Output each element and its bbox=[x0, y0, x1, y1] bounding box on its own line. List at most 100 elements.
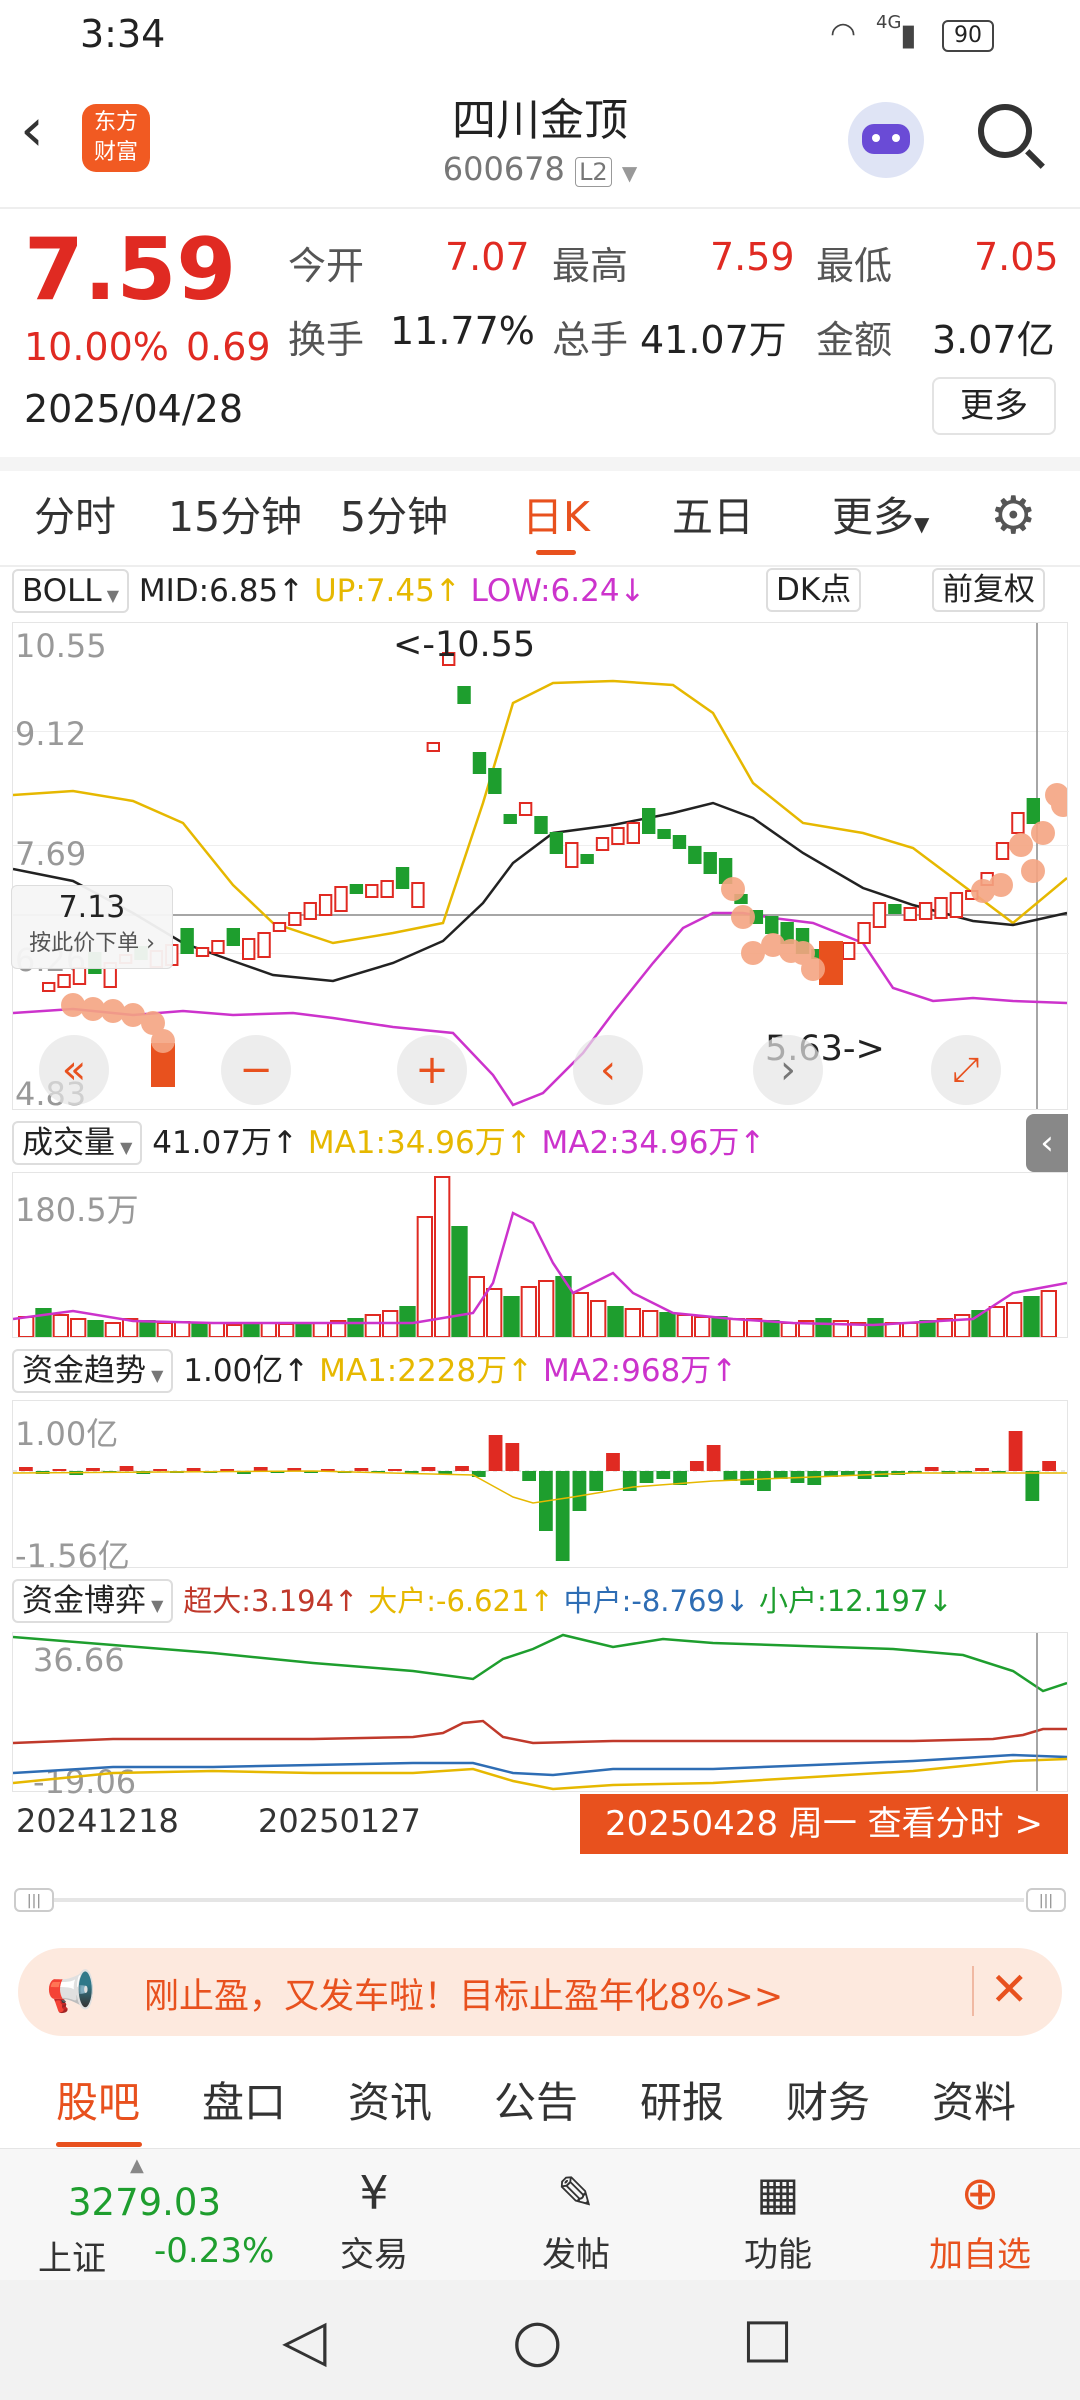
rewind-icon[interactable]: « bbox=[39, 1035, 109, 1105]
stock-code: 600678 bbox=[442, 150, 565, 188]
volume-bar bbox=[607, 1306, 624, 1337]
fund-bar bbox=[689, 1461, 704, 1471]
fund-bar bbox=[757, 1471, 771, 1491]
slider-right-handle[interactable]: ||| bbox=[1026, 1888, 1066, 1912]
volume-bar bbox=[156, 1322, 174, 1337]
prev-icon[interactable]: ‹ bbox=[573, 1035, 643, 1105]
trade-button[interactable]: ¥ 交易 bbox=[304, 2159, 444, 2276]
promo-banner[interactable]: 📢 刚止盈，又发车啦！目标止盈年化8%>> ✕ bbox=[18, 1948, 1062, 2036]
volume-bar bbox=[902, 1322, 919, 1337]
fund-game-chart[interactable]: 36.66 -19.06 bbox=[12, 1632, 1068, 1801]
volume-bar bbox=[728, 1318, 746, 1337]
tab-research[interactable]: 研报 bbox=[640, 2058, 724, 2148]
search-icon[interactable] bbox=[978, 104, 1032, 158]
volume-bar bbox=[711, 1316, 728, 1337]
cursor-price: 7.13 bbox=[58, 890, 126, 925]
candle bbox=[503, 814, 517, 824]
boll-mid: MID:6.85↑ bbox=[138, 573, 305, 609]
fund-bar bbox=[19, 1467, 33, 1471]
fund-game-select[interactable]: 资金博弈 ▼ bbox=[12, 1579, 174, 1623]
stock-code-row[interactable]: 600678 L2 ▼ bbox=[340, 150, 740, 188]
candle bbox=[318, 894, 333, 916]
tab-five-day[interactable]: 五日 bbox=[672, 470, 754, 565]
fund-bar bbox=[52, 1469, 67, 1471]
next-icon[interactable]: › bbox=[753, 1035, 823, 1105]
volume-bar bbox=[867, 1318, 884, 1337]
zoom-in-icon[interactable]: + bbox=[397, 1035, 467, 1105]
add-watchlist-button[interactable]: ⊕ 加自选 bbox=[910, 2159, 1050, 2276]
volume-chart[interactable]: 180.5万 bbox=[12, 1172, 1068, 1338]
tab-guba[interactable]: 股吧 bbox=[56, 2058, 140, 2148]
candle bbox=[918, 902, 933, 920]
volume-bar bbox=[174, 1321, 191, 1337]
fund-game-svg bbox=[13, 1633, 1067, 1791]
dk-point-toggle[interactable]: DK点 bbox=[766, 568, 862, 612]
candle bbox=[580, 854, 594, 864]
wifi-icon: ◠ bbox=[830, 16, 857, 51]
candle bbox=[472, 752, 487, 774]
index-value: 3279.03 bbox=[68, 2181, 222, 2224]
tab-underline bbox=[56, 2142, 142, 2147]
candle bbox=[395, 867, 410, 889]
chevron-down-icon: ▼ bbox=[146, 1596, 164, 1615]
tab-5min[interactable]: 5分钟 bbox=[340, 470, 448, 565]
open-label: 今开 bbox=[288, 244, 365, 288]
adjust-select[interactable]: 前复权 bbox=[932, 568, 1045, 612]
chart-range-slider[interactable]: ||| ||| bbox=[14, 1888, 1066, 1912]
max-price-marker: <-10.55 bbox=[393, 625, 536, 665]
index-ticker[interactable]: ▲ 3279.03 上证 -0.23% bbox=[30, 2155, 280, 2279]
nav-recent-icon[interactable]: □ bbox=[742, 2306, 793, 2369]
volume-select[interactable]: 成交量 ▼ bbox=[12, 1121, 143, 1165]
banner-text: 刚止盈，又发车啦！目标止盈年化8%>> bbox=[144, 1977, 784, 2017]
volume-bar bbox=[312, 1322, 329, 1337]
nav-back-icon[interactable]: ◁ bbox=[282, 2306, 327, 2374]
zoom-out-icon[interactable]: − bbox=[221, 1035, 291, 1105]
close-icon[interactable]: ✕ bbox=[990, 1962, 1029, 2016]
fund-bar bbox=[119, 1466, 134, 1471]
fund-game-super: 超大:3.194↑ bbox=[183, 1584, 359, 1618]
order-at-price-tip[interactable]: 7.13 按此价下单 › bbox=[11, 885, 173, 969]
assistant-robot-icon[interactable] bbox=[848, 102, 924, 178]
tab-pankou[interactable]: 盘口 bbox=[202, 2058, 286, 2148]
tab-more[interactable]: 更多▼ bbox=[832, 470, 929, 565]
tab-15min[interactable]: 15分钟 bbox=[168, 470, 302, 565]
kline-chart[interactable]: 10.55 9.12 7.69 6.26 4.83 <-10.55 5.63->… bbox=[11, 622, 1069, 1113]
more-button[interactable]: 更多 bbox=[932, 377, 1056, 435]
volume-bar bbox=[260, 1322, 278, 1337]
fund-bar bbox=[840, 1471, 855, 1475]
volume-bar bbox=[1023, 1296, 1040, 1337]
x-tick-2: 20250127 bbox=[258, 1802, 421, 1840]
indicator-select[interactable]: BOLL ▼ bbox=[12, 569, 130, 613]
volume-value: 41.07万↑ bbox=[152, 1125, 298, 1161]
candle bbox=[642, 808, 656, 834]
collapse-panel-icon[interactable]: ‹ bbox=[1026, 1114, 1068, 1172]
fund-bar bbox=[153, 1469, 167, 1471]
functions-button[interactable]: ▦ 功能 bbox=[708, 2159, 848, 2276]
candle bbox=[288, 912, 302, 926]
system-nav-bar: ◁ ○ □ bbox=[0, 2280, 1080, 2400]
tab-announcements[interactable]: 公告 bbox=[494, 2058, 578, 2148]
fund-trend-chart[interactable]: 1.00亿 -1.56亿 bbox=[12, 1400, 1068, 1575]
turnover-label: 换手 bbox=[288, 318, 365, 362]
tab-profile[interactable]: 资料 bbox=[932, 2058, 1016, 2148]
view-intraday-button[interactable]: 20250428 周一 查看分时 > bbox=[580, 1794, 1068, 1854]
fund-trend-select[interactable]: 资金趋势 ▼ bbox=[12, 1349, 174, 1393]
tab-news[interactable]: 资讯 bbox=[348, 2058, 432, 2148]
post-button[interactable]: ✎ 发帖 bbox=[506, 2159, 646, 2276]
x-tick-1: 20241218 bbox=[16, 1802, 179, 1840]
tab-finance[interactable]: 财务 bbox=[786, 2058, 870, 2148]
fund-bar bbox=[186, 1468, 201, 1471]
trade-label: 交易 bbox=[340, 2235, 408, 2275]
candle bbox=[995, 842, 1010, 860]
fund-bar bbox=[388, 1469, 402, 1471]
tab-fenshi[interactable]: 分时 bbox=[34, 470, 116, 565]
back-icon[interactable]: ‹ bbox=[20, 100, 44, 160]
slider-left-handle[interactable]: ||| bbox=[14, 1888, 54, 1912]
volume-label: 总手 bbox=[552, 318, 629, 362]
candle bbox=[226, 928, 241, 946]
tab-daily-k[interactable]: 日K bbox=[522, 470, 590, 565]
nav-home-icon[interactable]: ○ bbox=[512, 2306, 563, 2374]
gear-icon[interactable]: ⚙ bbox=[990, 486, 1037, 546]
amount-value: 3.07亿 bbox=[932, 318, 1055, 362]
fullscreen-icon[interactable]: ⤢ bbox=[931, 1035, 1001, 1105]
